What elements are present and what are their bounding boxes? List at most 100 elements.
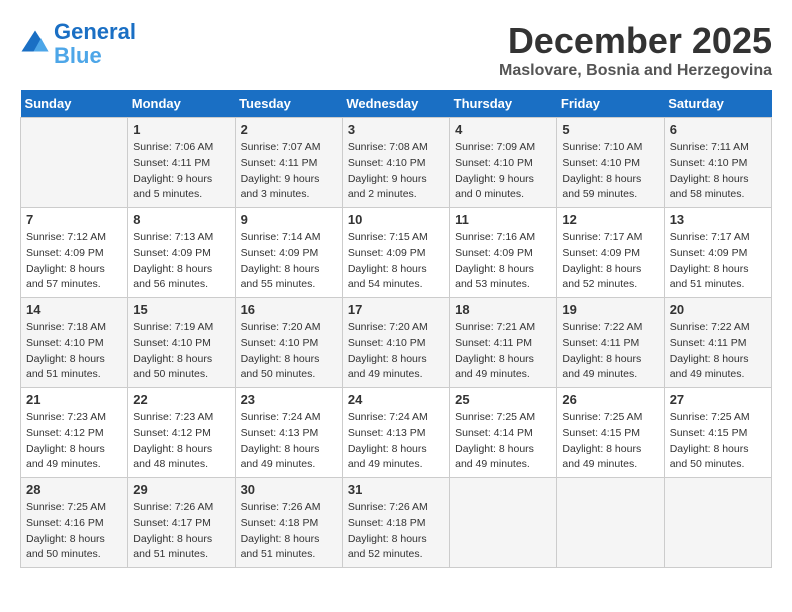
column-header-saturday: Saturday (664, 90, 771, 118)
calendar-cell: 1 Sunrise: 7:06 AMSunset: 4:11 PMDaylight… (128, 118, 235, 208)
calendar-cell: 15Sunrise: 7:19 AMSunset: 4:10 PMDayligh… (128, 298, 235, 388)
calendar-week-row: 21 Sunrise: 7:23 AMSunset: 4:12 PMDayligh… (21, 388, 772, 478)
day-info: Sunrise: 7:26 AMSunset: 4:18 PMDaylight:… (241, 500, 337, 563)
day-info: Sunrise: 7:13 AMSunset: 4:09 PMDaylight:… (133, 230, 229, 293)
day-info: Sunrise: 7:09 AMSunset: 4:10 PMDaylight:… (455, 140, 551, 203)
day-number: 27 (670, 392, 766, 407)
calendar-cell: 10Sunrise: 7:15 AMSunset: 4:09 PMDayligh… (342, 208, 449, 298)
calendar-cell (664, 478, 771, 568)
calendar-cell: 30 Sunrise: 7:26 AMSunset: 4:18 PMDayligh… (235, 478, 342, 568)
calendar-cell: 17Sunrise: 7:20 AMSunset: 4:10 PMDayligh… (342, 298, 449, 388)
day-number: 19 (562, 302, 658, 317)
day-number: 21 (26, 392, 122, 407)
day-info: Sunrise: 7:25 AMSunset: 4:16 PMDaylight:… (26, 500, 122, 563)
calendar-cell: 16 Sunrise: 7:20 AMSunset: 4:10 PMDayligh… (235, 298, 342, 388)
day-number: 3 (348, 122, 444, 137)
day-info: Sunrise: 7:07 AMSunset: 4:11 PMDaylight:… (241, 140, 337, 203)
calendar-cell: 25 Sunrise: 7:25 AMSunset: 4:14 PMDayligh… (450, 388, 557, 478)
calendar-cell: 18 Sunrise: 7:21 AMSunset: 4:11 PMDayligh… (450, 298, 557, 388)
calendar-cell: 19Sunrise: 7:22 AMSunset: 4:11 PMDayligh… (557, 298, 664, 388)
calendar-cell: 12 Sunrise: 7:17 AMSunset: 4:09 PMDayligh… (557, 208, 664, 298)
day-info: Sunrise: 7:22 AMSunset: 4:11 PMDaylight:… (670, 320, 766, 383)
day-info: Sunrise: 7:25 AMSunset: 4:15 PMDaylight:… (562, 410, 658, 473)
day-info: Sunrise: 7:18 AMSunset: 4:10 PMDaylight:… (26, 320, 122, 383)
day-number: 5 (562, 122, 658, 137)
day-number: 16 (241, 302, 337, 317)
day-number: 13 (670, 212, 766, 227)
calendar-week-row: 14 Sunrise: 7:18 AMSunset: 4:10 PMDayligh… (21, 298, 772, 388)
title-section: December 2025 Maslovare, Bosnia and Herz… (499, 20, 772, 80)
calendar-cell: 20Sunrise: 7:22 AMSunset: 4:11 PMDayligh… (664, 298, 771, 388)
calendar-cell: 22 Sunrise: 7:23 AMSunset: 4:12 PMDayligh… (128, 388, 235, 478)
day-info: Sunrise: 7:24 AMSunset: 4:13 PMDaylight:… (348, 410, 444, 473)
day-number: 11 (455, 212, 551, 227)
page-header: GeneralBlue December 2025 Maslovare, Bos… (20, 20, 772, 80)
day-info: Sunrise: 7:25 AMSunset: 4:14 PMDaylight:… (455, 410, 551, 473)
calendar-cell: 23 Sunrise: 7:24 AMSunset: 4:13 PMDayligh… (235, 388, 342, 478)
day-info: Sunrise: 7:24 AMSunset: 4:13 PMDaylight:… (241, 410, 337, 473)
day-number: 31 (348, 482, 444, 497)
day-number: 12 (562, 212, 658, 227)
calendar-cell (450, 478, 557, 568)
day-number: 1 (133, 122, 229, 137)
day-info: Sunrise: 7:26 AMSunset: 4:18 PMDaylight:… (348, 500, 444, 563)
day-number: 7 (26, 212, 122, 227)
calendar-cell: 2 Sunrise: 7:07 AMSunset: 4:11 PMDaylight… (235, 118, 342, 208)
column-header-thursday: Thursday (450, 90, 557, 118)
calendar-cell: 31 Sunrise: 7:26 AMSunset: 4:18 PMDayligh… (342, 478, 449, 568)
column-header-sunday: Sunday (21, 90, 128, 118)
calendar-week-row: 7 Sunrise: 7:12 AMSunset: 4:09 PMDaylight… (21, 208, 772, 298)
day-info: Sunrise: 7:21 AMSunset: 4:11 PMDaylight:… (455, 320, 551, 383)
day-info: Sunrise: 7:17 AMSunset: 4:09 PMDaylight:… (562, 230, 658, 293)
day-number: 2 (241, 122, 337, 137)
day-info: Sunrise: 7:06 AMSunset: 4:11 PMDaylight:… (133, 140, 229, 203)
day-number: 26 (562, 392, 658, 407)
logo-icon (20, 29, 50, 59)
day-info: Sunrise: 7:23 AMSunset: 4:12 PMDaylight:… (26, 410, 122, 473)
day-info: Sunrise: 7:23 AMSunset: 4:12 PMDaylight:… (133, 410, 229, 473)
calendar-cell: 3Sunrise: 7:08 AMSunset: 4:10 PMDaylight… (342, 118, 449, 208)
calendar-cell: 24 Sunrise: 7:24 AMSunset: 4:13 PMDayligh… (342, 388, 449, 478)
calendar-cell: 6Sunrise: 7:11 AMSunset: 4:10 PMDaylight… (664, 118, 771, 208)
day-number: 8 (133, 212, 229, 227)
day-number: 30 (241, 482, 337, 497)
day-info: Sunrise: 7:16 AMSunset: 4:09 PMDaylight:… (455, 230, 551, 293)
day-info: Sunrise: 7:12 AMSunset: 4:09 PMDaylight:… (26, 230, 122, 293)
calendar-cell: 29 Sunrise: 7:26 AMSunset: 4:17 PMDayligh… (128, 478, 235, 568)
calendar-cell: 21 Sunrise: 7:23 AMSunset: 4:12 PMDayligh… (21, 388, 128, 478)
calendar-cell: 14 Sunrise: 7:18 AMSunset: 4:10 PMDayligh… (21, 298, 128, 388)
day-number: 24 (348, 392, 444, 407)
day-number: 28 (26, 482, 122, 497)
day-number: 4 (455, 122, 551, 137)
calendar-cell: 7 Sunrise: 7:12 AMSunset: 4:09 PMDaylight… (21, 208, 128, 298)
day-number: 14 (26, 302, 122, 317)
day-number: 25 (455, 392, 551, 407)
calendar-week-row: 28 Sunrise: 7:25 AMSunset: 4:16 PMDayligh… (21, 478, 772, 568)
calendar-cell (557, 478, 664, 568)
calendar-cell: 11 Sunrise: 7:16 AMSunset: 4:09 PMDayligh… (450, 208, 557, 298)
day-info: Sunrise: 7:10 AMSunset: 4:10 PMDaylight:… (562, 140, 658, 203)
day-number: 29 (133, 482, 229, 497)
day-number: 6 (670, 122, 766, 137)
logo-text: GeneralBlue (54, 20, 136, 68)
day-info: Sunrise: 7:26 AMSunset: 4:17 PMDaylight:… (133, 500, 229, 563)
calendar-cell: 28 Sunrise: 7:25 AMSunset: 4:16 PMDayligh… (21, 478, 128, 568)
location-subtitle: Maslovare, Bosnia and Herzegovina (499, 62, 772, 80)
day-number: 10 (348, 212, 444, 227)
column-header-tuesday: Tuesday (235, 90, 342, 118)
calendar-cell: 27Sunrise: 7:25 AMSunset: 4:15 PMDayligh… (664, 388, 771, 478)
day-number: 9 (241, 212, 337, 227)
day-number: 22 (133, 392, 229, 407)
calendar-cell: 8 Sunrise: 7:13 AMSunset: 4:09 PMDaylight… (128, 208, 235, 298)
day-info: Sunrise: 7:20 AMSunset: 4:10 PMDaylight:… (241, 320, 337, 383)
calendar-cell: 26 Sunrise: 7:25 AMSunset: 4:15 PMDayligh… (557, 388, 664, 478)
day-number: 18 (455, 302, 551, 317)
column-header-friday: Friday (557, 90, 664, 118)
column-header-wednesday: Wednesday (342, 90, 449, 118)
day-info: Sunrise: 7:14 AMSunset: 4:09 PMDaylight:… (241, 230, 337, 293)
day-number: 23 (241, 392, 337, 407)
calendar-week-row: 1 Sunrise: 7:06 AMSunset: 4:11 PMDaylight… (21, 118, 772, 208)
column-header-monday: Monday (128, 90, 235, 118)
day-number: 15 (133, 302, 229, 317)
calendar-cell: 9 Sunrise: 7:14 AMSunset: 4:09 PMDaylight… (235, 208, 342, 298)
